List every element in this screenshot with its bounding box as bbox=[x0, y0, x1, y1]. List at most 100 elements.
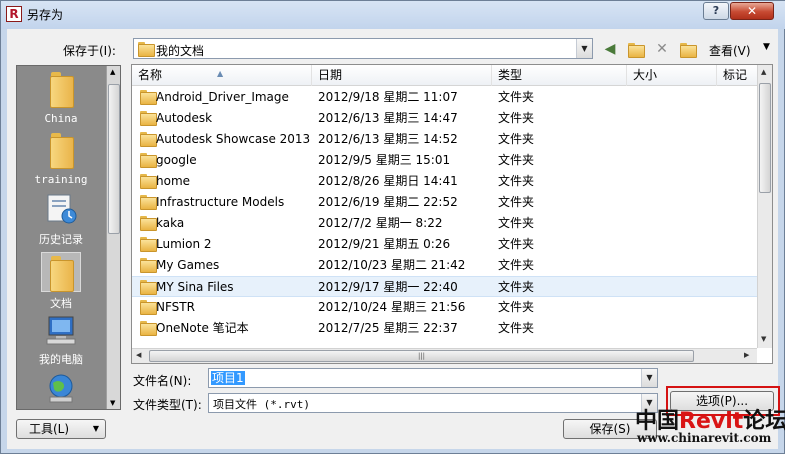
horizontal-scrollbar[interactable]: ◀ ||| ▶ bbox=[132, 348, 757, 363]
chevron-down-icon[interactable]: ▼ bbox=[641, 369, 657, 387]
file-row[interactable]: kaka 2012/7/2 星期一 8:22 文件夹 bbox=[132, 213, 757, 234]
file-row[interactable]: Autodesk Showcase 2013 2012/6/13 星期三 14:5… bbox=[132, 129, 757, 150]
file-row[interactable]: OneNote 笔记本 2012/7/25 星期三 22:37 文件夹 bbox=[132, 318, 757, 339]
file-date-cell: 2012/9/18 星期二 11:07 bbox=[318, 90, 458, 104]
file-row[interactable]: google 2012/9/5 星期三 15:01 文件夹 bbox=[132, 150, 757, 171]
file-row[interactable]: MY Sina Files 2012/9/17 星期一 22:40 文件夹 bbox=[132, 276, 757, 297]
folder-icon bbox=[140, 237, 157, 252]
chevron-down-icon: ▼ bbox=[92, 424, 99, 433]
help-button[interactable]: ? bbox=[703, 2, 729, 20]
file-name-label: 文件名(N): bbox=[133, 374, 192, 388]
chevron-down-icon[interactable]: ▼ bbox=[763, 42, 770, 52]
folder-icon bbox=[48, 72, 74, 108]
place-documents[interactable]: 文档 bbox=[17, 252, 105, 311]
file-type-cell: 文件夹 bbox=[498, 153, 535, 167]
folder-icon bbox=[140, 111, 157, 126]
file-row[interactable]: Lumion 2 2012/9/21 星期五 0:26 文件夹 bbox=[132, 234, 757, 255]
scroll-left-icon[interactable]: ◀ bbox=[136, 351, 141, 359]
file-name-cell: OneNote 笔记本 bbox=[156, 321, 249, 335]
file-name-cell: home bbox=[156, 174, 191, 188]
file-type-cell: 文件夹 bbox=[498, 90, 535, 104]
scroll-thumb[interactable]: ||| bbox=[149, 350, 694, 362]
file-date-cell: 2012/8/26 星期日 14:41 bbox=[318, 174, 458, 188]
file-name-cell: NFSTR bbox=[156, 300, 195, 314]
folder-icon bbox=[140, 132, 157, 147]
file-row[interactable]: Infrastructure Models 2012/6/19 星期二 22:52… bbox=[132, 192, 757, 213]
file-row[interactable]: Autodesk 2012/6/13 星期三 14:47 文件夹 bbox=[132, 108, 757, 129]
file-name-cell: Android_Driver_Image bbox=[156, 90, 289, 104]
file-date-cell: 2012/9/5 星期三 15:01 bbox=[318, 153, 451, 167]
folder-icon bbox=[140, 174, 157, 189]
view-menu-label[interactable]: 查看(V) bbox=[709, 42, 751, 59]
file-type-cell: 文件夹 bbox=[498, 132, 535, 146]
save-in-label: 保存于(I): bbox=[63, 44, 116, 58]
file-row[interactable]: Android_Driver_Image 2012/9/18 星期二 11:07 文… bbox=[132, 87, 757, 108]
place-computer[interactable]: 我的电脑 bbox=[17, 314, 105, 367]
watermark-url: www.chinarevit.com bbox=[637, 431, 772, 445]
scroll-down-icon[interactable]: ▼ bbox=[761, 335, 766, 343]
file-date-cell: 2012/7/2 星期一 8:22 bbox=[318, 216, 443, 230]
new-folder-icon[interactable] bbox=[678, 40, 697, 58]
file-type-cell: 文件夹 bbox=[498, 174, 535, 188]
delete-icon[interactable]: ✕ bbox=[653, 40, 671, 58]
title-bar[interactable]: R 另存为 ? ✕ bbox=[1, 1, 785, 29]
vertical-scrollbar[interactable]: ▲ ▼ bbox=[757, 65, 772, 348]
places-bar: China training 历史记录 文档 我的电脑 ▲ ▼ bbox=[16, 65, 121, 410]
file-type-cell: 文件夹 bbox=[498, 321, 535, 335]
file-row[interactable]: NFSTR 2012/10/24 星期三 21:56 文件夹 bbox=[132, 297, 757, 318]
file-type-cell: 文件夹 bbox=[498, 300, 535, 314]
column-header-tags[interactable]: 标记 bbox=[717, 65, 757, 86]
file-type-cell: 文件夹 bbox=[498, 195, 535, 209]
place-training[interactable]: training bbox=[17, 133, 105, 186]
folder-icon bbox=[140, 300, 157, 315]
scroll-right-icon[interactable]: ▶ bbox=[744, 351, 749, 359]
tools-button[interactable]: 工具(L) ▼ bbox=[16, 419, 106, 439]
file-date-cell: 2012/6/13 星期三 14:52 bbox=[318, 132, 458, 146]
column-header-type[interactable]: 类型 bbox=[492, 65, 627, 86]
close-button[interactable]: ✕ bbox=[730, 2, 774, 20]
file-row[interactable]: home 2012/8/26 星期日 14:41 文件夹 bbox=[132, 171, 757, 192]
save-in-combo[interactable]: 我的文档 ▼ bbox=[133, 38, 593, 59]
file-row[interactable]: My Games 2012/10/23 星期二 21:42 文件夹 bbox=[132, 255, 757, 276]
file-name-cell: google bbox=[156, 153, 197, 167]
place-history[interactable]: 历史记录 bbox=[17, 192, 105, 247]
dialog-body: 保存于(I): 我的文档 ▼ ◀ ✕ 查看(V) ▼ China trainin… bbox=[7, 29, 780, 449]
file-list: 名称 ▲ 日期 类型 大小 标记 Android_Driver_Image 201… bbox=[131, 64, 773, 364]
file-name-cell: Autodesk Showcase 2013 bbox=[156, 132, 311, 146]
history-icon bbox=[47, 194, 77, 224]
back-icon[interactable]: ◀ bbox=[601, 40, 619, 58]
folder-icon bbox=[140, 153, 157, 168]
column-header-size[interactable]: 大小 bbox=[627, 65, 717, 86]
documents-icon bbox=[41, 252, 81, 292]
folder-icon bbox=[140, 195, 157, 210]
file-name-input[interactable]: 项目1 ▼ bbox=[208, 368, 658, 388]
column-header-name[interactable]: 名称 ▲ bbox=[132, 65, 312, 86]
file-type-cell: 文件夹 bbox=[498, 111, 535, 125]
file-name-cell: My Games bbox=[156, 258, 220, 272]
computer-icon bbox=[46, 316, 76, 345]
folder-icon bbox=[138, 42, 155, 57]
scroll-up-icon[interactable]: ▲ bbox=[761, 68, 766, 76]
file-date-cell: 2012/6/13 星期三 14:47 bbox=[318, 111, 458, 125]
save-as-dialog: R 另存为 ? ✕ 保存于(I): 我的文档 ▼ ◀ ✕ 查看(V) ▼ Chi… bbox=[0, 0, 785, 454]
scroll-thumb[interactable] bbox=[108, 84, 120, 234]
file-type-select[interactable]: 项目文件 (*.rvt) ▼ bbox=[208, 393, 658, 413]
place-china[interactable]: China bbox=[17, 72, 105, 125]
sort-ascending-icon: ▲ bbox=[217, 69, 224, 78]
file-date-cell: 2012/10/24 星期三 21:56 bbox=[318, 300, 466, 314]
place-network[interactable] bbox=[17, 371, 105, 408]
place-label: training bbox=[34, 173, 88, 186]
file-type-cell: 文件夹 bbox=[498, 258, 535, 272]
up-folder-icon[interactable] bbox=[626, 40, 645, 58]
file-name-cell: Lumion 2 bbox=[156, 237, 212, 251]
folder-icon bbox=[140, 321, 157, 336]
places-scrollbar[interactable]: ▲ ▼ bbox=[106, 66, 120, 409]
place-label: 我的电脑 bbox=[39, 353, 83, 366]
folder-icon bbox=[48, 133, 74, 169]
file-date-cell: 2012/10/23 星期二 21:42 bbox=[318, 258, 466, 272]
network-icon bbox=[49, 374, 73, 403]
column-header-date[interactable]: 日期 bbox=[312, 65, 492, 86]
scroll-thumb[interactable] bbox=[759, 83, 771, 193]
file-name-cell: kaka bbox=[156, 216, 185, 230]
chevron-down-icon[interactable]: ▼ bbox=[576, 39, 592, 58]
